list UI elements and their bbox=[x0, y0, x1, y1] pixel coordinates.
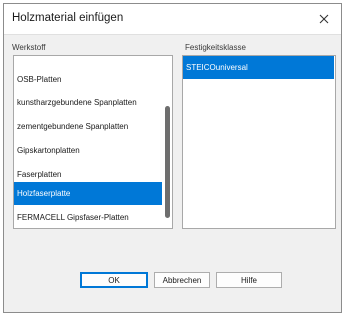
werkstoff-item-osb[interactable]: OSB-Platten bbox=[14, 68, 162, 91]
close-icon bbox=[319, 14, 329, 24]
werkstoff-item-zement[interactable]: zementgebundene Spanplatten bbox=[14, 115, 162, 138]
werkstoff-label: Werkstoff bbox=[12, 43, 46, 52]
dialog-title: Holzmaterial einfügen bbox=[12, 12, 124, 24]
scrollbar-thumb[interactable] bbox=[165, 106, 170, 218]
werkstoff-item-holzfaserplatte[interactable]: Holzfaserplatte bbox=[14, 182, 162, 205]
werkstoff-listbox[interactable]: OSB-Platten kunstharzgebundene Spanplatt… bbox=[13, 55, 173, 229]
werkstoff-item-fermacell[interactable]: FERMACELL Gipsfaser-Platten bbox=[14, 206, 162, 228]
help-button[interactable]: Hilfe bbox=[216, 272, 282, 288]
holzmaterial-dialog: Holzmaterial einfügen Werkstoff Festigke… bbox=[3, 3, 342, 313]
cancel-button[interactable]: Abbrechen bbox=[154, 272, 210, 288]
festigkeitsklasse-item-steico[interactable]: STEICOuniversal bbox=[183, 56, 334, 79]
ok-button[interactable]: OK bbox=[80, 272, 148, 288]
festigkeitsklasse-listbox[interactable]: STEICOuniversal bbox=[182, 55, 336, 229]
werkstoff-scrollbar[interactable] bbox=[162, 56, 172, 228]
festigkeitsklasse-label: Festigkeitsklasse bbox=[185, 43, 246, 52]
title-bar: Holzmaterial einfügen bbox=[4, 4, 341, 35]
werkstoff-item-gipskarton[interactable]: Gipskartonplatten bbox=[14, 139, 162, 162]
werkstoff-item-kunstharz[interactable]: kunstharzgebundene Spanplatten bbox=[14, 91, 162, 114]
close-button[interactable] bbox=[313, 8, 335, 30]
